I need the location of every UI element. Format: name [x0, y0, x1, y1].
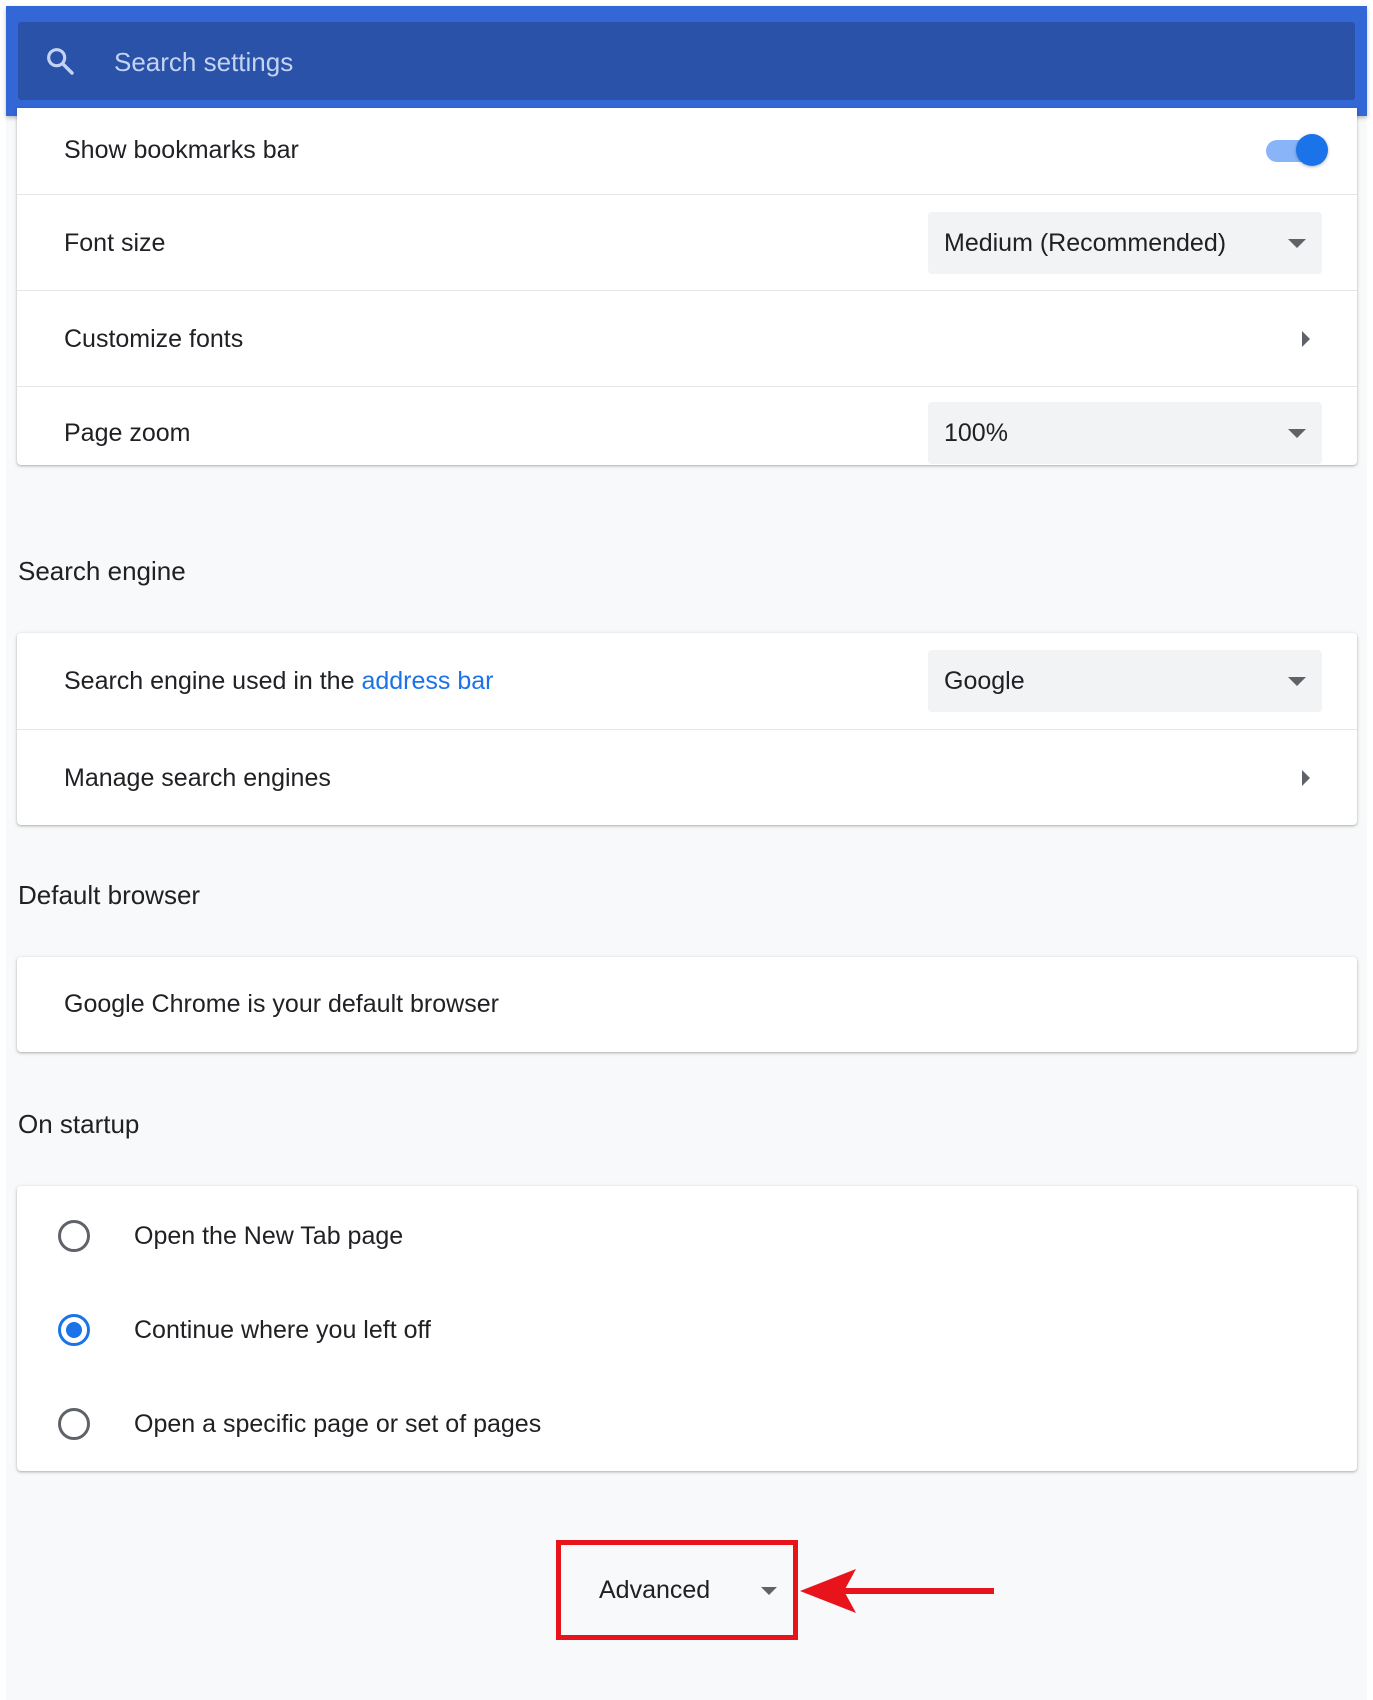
radio-button-checked[interactable]: [58, 1314, 90, 1346]
radio-button[interactable]: [58, 1408, 90, 1440]
search-engine-card: Search engine used in the address bar Go…: [17, 633, 1357, 825]
default-browser-card: Google Chrome is your default browser: [17, 957, 1357, 1052]
default-browser-heading: Default browser: [18, 880, 201, 910]
startup-option-continue[interactable]: Continue where you left off: [17, 1283, 1357, 1377]
chevron-right-icon: [1302, 770, 1310, 786]
startup-option-label: Open the New Tab page: [134, 1222, 404, 1250]
manage-search-engines-row[interactable]: Manage search engines: [17, 729, 1357, 825]
search-engine-used-text: Search engine used in the: [64, 667, 362, 695]
customize-fonts-label: Customize fonts: [64, 325, 244, 353]
default-browser-row: Google Chrome is your default browser: [17, 957, 1357, 1052]
show-bookmarks-bar-label: Show bookmarks bar: [64, 136, 299, 164]
radio-button[interactable]: [58, 1220, 90, 1252]
font-size-select[interactable]: Medium (Recommended): [928, 212, 1322, 274]
page-zoom-row: Page zoom 100%: [17, 386, 1357, 465]
search-engine-value: Google: [944, 667, 1025, 695]
font-size-value: Medium (Recommended): [944, 229, 1227, 257]
search-engine-used-label: Search engine used in the address bar: [64, 633, 493, 729]
customize-fonts-row[interactable]: Customize fonts: [17, 290, 1357, 386]
show-bookmarks-bar-toggle[interactable]: [1266, 134, 1328, 166]
startup-option-label: Open a specific page or set of pages: [134, 1410, 542, 1438]
startup-option-new-tab[interactable]: Open the New Tab page: [17, 1189, 1357, 1283]
advanced-highlight-box: Advanced: [556, 1540, 798, 1640]
dropdown-arrow-icon: [1288, 239, 1306, 248]
advanced-label: Advanced: [599, 1576, 711, 1604]
chevron-down-icon: [761, 1587, 777, 1595]
advanced-button[interactable]: Advanced: [561, 1545, 793, 1635]
page-zoom-value: 100%: [944, 419, 1008, 447]
page-zoom-select[interactable]: 100%: [928, 402, 1322, 464]
search-input[interactable]: [112, 40, 1216, 84]
dropdown-arrow-icon: [1288, 429, 1306, 438]
startup-option-label: Continue where you left off: [134, 1316, 431, 1344]
search-engine-row: Search engine used in the address bar Go…: [17, 633, 1357, 729]
search-box[interactable]: [18, 22, 1355, 100]
settings-page: Show bookmarks bar Font size Medium (Rec…: [6, 6, 1367, 1700]
search-icon[interactable]: [44, 45, 76, 77]
search-engine-select[interactable]: Google: [928, 650, 1322, 712]
search-engine-heading: Search engine: [18, 556, 186, 586]
default-browser-status: Google Chrome is your default browser: [64, 990, 499, 1018]
settings-header: [6, 6, 1367, 116]
toggle-knob: [1296, 134, 1328, 166]
font-size-row: Font size Medium (Recommended): [17, 194, 1357, 290]
page-zoom-label: Page zoom: [64, 419, 191, 447]
chevron-right-icon: [1302, 331, 1310, 347]
font-size-label: Font size: [64, 229, 166, 257]
on-startup-card: Open the New Tab page Continue where you…: [17, 1186, 1357, 1471]
address-bar-link[interactable]: address bar: [361, 667, 493, 695]
annotation-arrow-icon: [800, 1569, 994, 1613]
show-bookmarks-bar-row[interactable]: Show bookmarks bar: [17, 108, 1357, 194]
manage-search-engines-label: Manage search engines: [64, 764, 331, 792]
appearance-card: Show bookmarks bar Font size Medium (Rec…: [17, 108, 1357, 465]
on-startup-heading: On startup: [18, 1109, 140, 1139]
dropdown-arrow-icon: [1288, 677, 1306, 686]
startup-option-specific-pages[interactable]: Open a specific page or set of pages: [17, 1377, 1357, 1471]
